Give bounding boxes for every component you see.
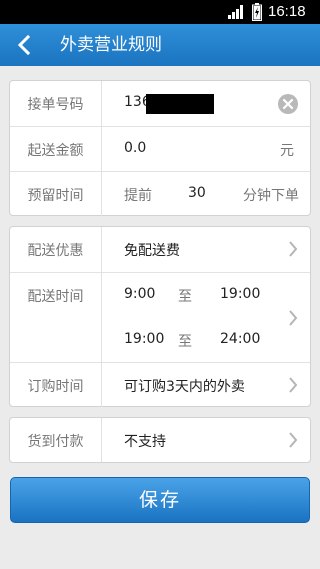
delivery-time-row[interactable]: 配送时间 9:00 至 19:00 19:00 至 24:00 [10, 272, 310, 362]
clear-icon[interactable] [278, 94, 298, 114]
order-time-row[interactable]: 订购时间 可订购3天内的外卖 [10, 362, 310, 407]
delivery-time-label: 配送时间 [27, 289, 84, 305]
time-range-1-end: 19:00 [220, 286, 261, 302]
divider [101, 227, 102, 272]
delivery-discount-label: 配送优惠 [27, 243, 84, 259]
reserve-time-label: 预留时间 [27, 188, 84, 204]
divider [101, 418, 102, 462]
min-amount-input[interactable]: 0.0 [124, 140, 146, 156]
cod-value: 不支持 [124, 434, 166, 450]
delivery-settings-card: 配送优惠 免配送费 配送时间 9:00 至 19:00 19:00 至 24:0… [9, 226, 311, 407]
phone-row: 接单号码 136 [10, 81, 310, 126]
chevron-right-icon [289, 377, 298, 393]
currency-unit: 元 [280, 143, 294, 159]
redaction-mask [146, 94, 214, 114]
time-range-1-start: 9:00 [124, 286, 156, 302]
time-range-1-sep: 至 [178, 289, 192, 305]
min-amount-row: 起送金额 0.0 元 [10, 126, 310, 171]
time-range-2-sep: 至 [178, 334, 192, 350]
basic-settings-card: 接单号码 136 起送金额 0.0 元 预留时间 提前 30 分钟下单 [9, 80, 311, 216]
cod-row[interactable]: 货到付款 不支持 [10, 418, 310, 462]
save-button[interactable]: 保存 [10, 477, 310, 523]
delivery-discount-row[interactable]: 配送优惠 免配送费 [10, 227, 310, 272]
divider [101, 172, 102, 216]
divider [101, 363, 102, 407]
order-time-value: 可订购3天内的外卖 [124, 379, 245, 395]
payment-settings-card: 货到付款 不支持 [9, 417, 311, 463]
phone-label: 接单号码 [27, 97, 84, 113]
order-time-label: 订购时间 [27, 379, 84, 395]
chevron-right-icon [289, 241, 298, 257]
reserve-time-row: 预留时间 提前 30 分钟下单 [10, 171, 310, 216]
chevron-right-icon [289, 432, 298, 448]
page-title: 外卖营业规则 [60, 35, 162, 55]
delivery-discount-value: 免配送费 [124, 243, 180, 259]
status-time: 16:18 [268, 3, 306, 20]
battery-charging-icon [252, 3, 262, 21]
time-range-2-start: 19:00 [124, 331, 165, 347]
time-range-2-end: 24:00 [220, 331, 261, 347]
divider [101, 273, 102, 362]
reserve-prefix: 提前 [124, 188, 152, 204]
signal-icon [228, 5, 243, 19]
chevron-right-icon [289, 310, 298, 326]
reserve-suffix: 分钟下单 [243, 188, 299, 204]
divider [101, 81, 102, 126]
divider [101, 127, 102, 171]
title-bar: 外卖营业规则 [0, 24, 320, 66]
reserve-minutes-input[interactable]: 30 [188, 185, 206, 201]
min-amount-label: 起送金额 [27, 143, 84, 159]
back-arrow-icon[interactable] [14, 34, 34, 56]
status-bar: 16:18 [0, 0, 320, 24]
cod-label: 货到付款 [27, 434, 84, 450]
